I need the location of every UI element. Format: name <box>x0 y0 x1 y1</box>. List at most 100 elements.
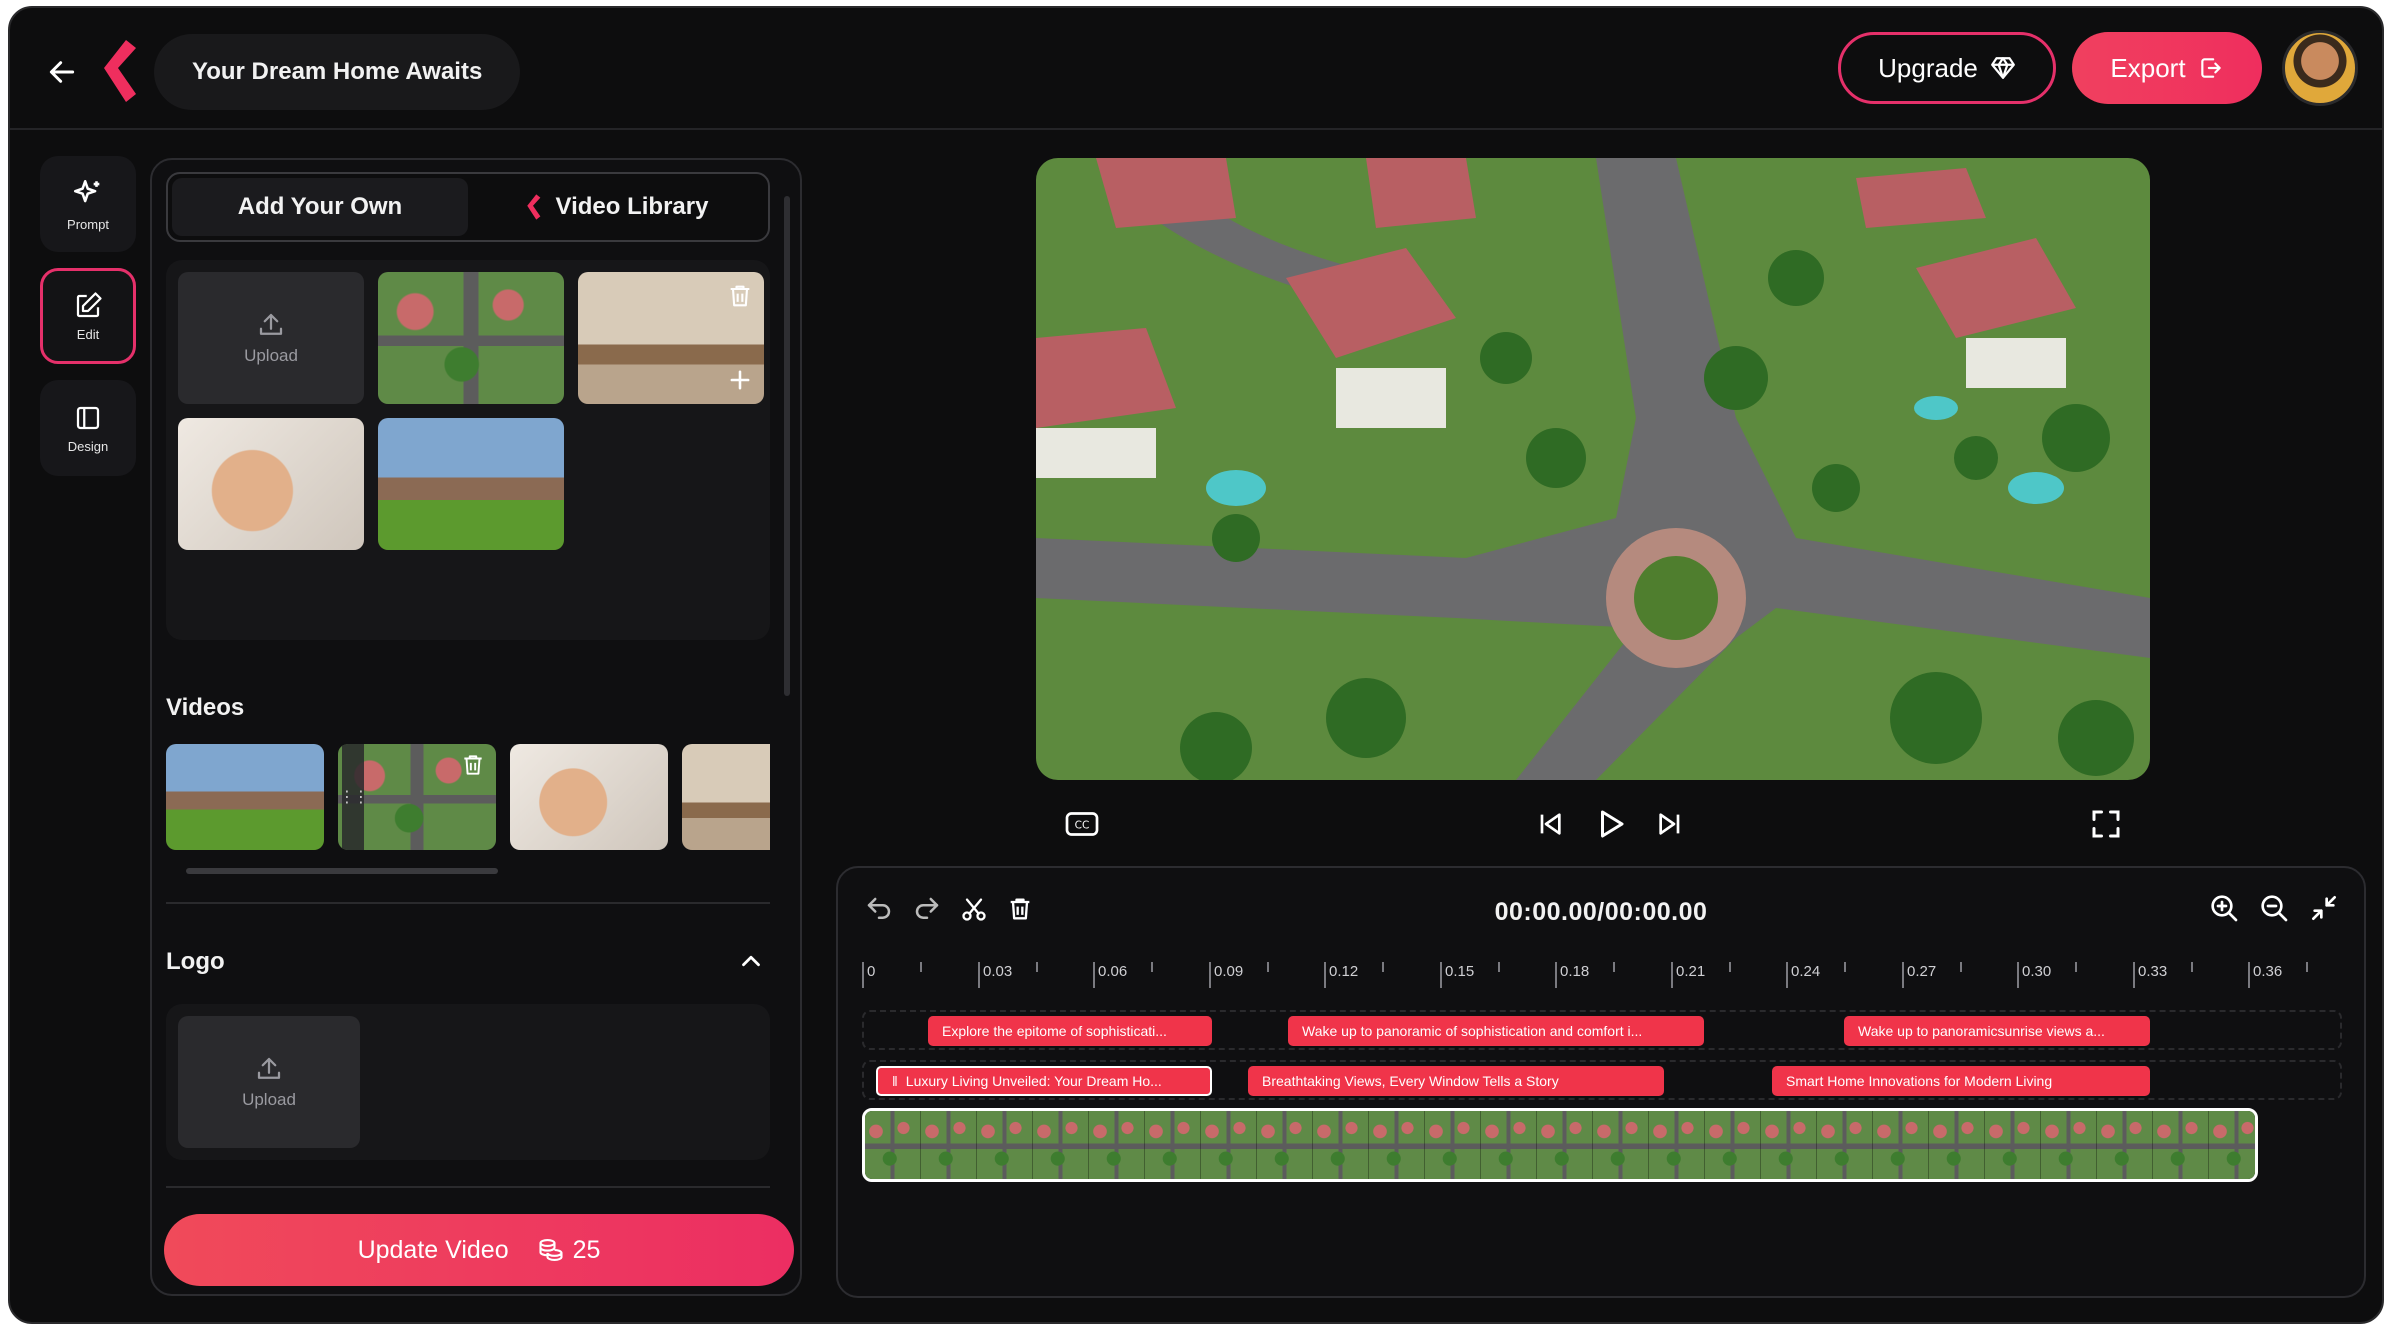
tick-mark <box>1613 962 1615 972</box>
tick-mark <box>2306 962 2308 972</box>
media-thumbnail-keys[interactable] <box>178 418 364 550</box>
back-button[interactable] <box>42 52 82 92</box>
tick-mark <box>1267 962 1269 972</box>
video-frame <box>1649 1111 1705 1179</box>
caption-clip[interactable]: Smart Home Innovations for Modern Living <box>1772 1066 2150 1096</box>
video-frame <box>1089 1111 1145 1179</box>
play-icon[interactable] <box>1592 806 1628 842</box>
video-frame <box>2041 1111 2097 1179</box>
video-frame <box>977 1111 1033 1179</box>
upload-tile[interactable]: Upload <box>178 272 364 404</box>
tab-video-library[interactable]: Video Library <box>468 178 764 236</box>
update-video-button[interactable]: Update Video 25 <box>164 1214 794 1286</box>
video-frame <box>1873 1111 1929 1179</box>
top-bar: Your Dream Home Awaits Upgrade Export <box>10 8 2382 130</box>
divider <box>166 902 770 904</box>
video-frame <box>1257 1111 1313 1179</box>
video-frame <box>1929 1111 1985 1179</box>
tick-label: 0.09 <box>1209 962 1243 988</box>
trash-icon[interactable] <box>460 752 486 778</box>
video-frame <box>1425 1111 1481 1179</box>
caption-clip[interactable]: Breathtaking Views, Every Window Tells a… <box>1248 1066 1664 1096</box>
videos-scrollbar[interactable] <box>186 868 498 874</box>
tick-label: 0.21 <box>1671 962 1705 988</box>
video-track[interactable] <box>862 1108 2258 1182</box>
update-video-label: Update Video <box>357 1235 509 1264</box>
upload-icon <box>257 1057 281 1079</box>
fullscreen-button[interactable] <box>2088 804 2124 844</box>
media-thumbnail-house[interactable] <box>378 418 564 550</box>
video-thumbnail-keys[interactable] <box>510 744 668 850</box>
tick-mark <box>1036 962 1038 972</box>
caption-clip[interactable]: Wake up to panoramicsunrise views a... <box>1844 1016 2150 1046</box>
video-frame <box>1761 1111 1817 1179</box>
rail-item-prompt[interactable]: Prompt <box>40 156 136 252</box>
export-label: Export <box>2110 52 2186 83</box>
videos-heading: Videos <box>166 694 245 721</box>
fullscreen-icon <box>2092 810 2120 838</box>
logo-upload-tile[interactable]: Upload <box>178 1016 360 1148</box>
trash-icon[interactable] <box>726 282 754 310</box>
upload-icon <box>259 313 283 335</box>
captions-toggle[interactable]: CC <box>1064 804 1100 844</box>
tick-mark <box>920 962 922 972</box>
video-frame <box>1313 1111 1369 1179</box>
user-avatar[interactable] <box>2282 30 2358 106</box>
caption-clip-selected[interactable]: ‖ Luxury Living Unveiled: Your Dream Ho.… <box>876 1066 1212 1096</box>
tick-label: 0.27 <box>1902 962 1936 988</box>
caption-track-2: ‖ Luxury Living Unveiled: Your Dream Ho.… <box>862 1060 2342 1100</box>
media-panel: Add Your Own Video Library Upload Videos <box>150 158 802 1296</box>
zoom-out-icon[interactable] <box>2258 892 2290 924</box>
upgrade-button[interactable]: Upgrade <box>1838 32 2056 104</box>
edit-icon <box>76 291 102 317</box>
video-frame <box>1033 1111 1089 1179</box>
video-frame <box>1201 1111 1257 1179</box>
aerial-neighborhood-image <box>1036 158 2150 780</box>
upload-label: Upload <box>244 346 298 365</box>
caption-clip[interactable]: Explore the epitome of sophisticati... <box>928 1016 1212 1046</box>
credits-badge: 25 <box>537 1236 600 1265</box>
clip-trim-handle[interactable]: ‖ <box>892 1073 898 1089</box>
chevron-up-icon[interactable] <box>736 946 766 976</box>
export-button[interactable]: Export <box>2072 32 2262 104</box>
tick-mark <box>1382 962 1384 972</box>
skip-back-icon[interactable] <box>1534 808 1566 840</box>
media-thumbnail-aerial[interactable] <box>378 272 564 404</box>
diamond-icon <box>1990 57 2015 79</box>
skip-forward-icon[interactable] <box>1654 808 1686 840</box>
collapse-icon[interactable] <box>2308 892 2340 924</box>
drag-handle[interactable]: ⋮⋮ <box>339 744 369 850</box>
video-thumbnail-aerial[interactable]: ⋮⋮ <box>338 744 496 850</box>
tick-label: 0.30 <box>2017 962 2051 988</box>
caption-clip[interactable]: Wake up to panoramic of sophistication a… <box>1288 1016 1704 1046</box>
tick-label: 0.36 <box>2248 962 2282 988</box>
panel-scrollbar[interactable] <box>784 196 790 696</box>
sparkle-icon <box>73 179 100 202</box>
zoom-controls <box>2208 892 2340 924</box>
plus-icon[interactable] <box>726 366 754 394</box>
video-thumbnail-room[interactable] <box>682 744 770 850</box>
tick-label: 0.15 <box>1440 962 1474 988</box>
tick-label: 0.33 <box>2133 962 2167 988</box>
video-frame <box>1593 1111 1649 1179</box>
zoom-in-icon[interactable] <box>2208 892 2240 924</box>
brand-logo <box>104 40 136 102</box>
caption-text: Luxury Living Unveiled: Your Dream Ho... <box>905 1073 1162 1089</box>
video-thumbnail-house[interactable] <box>166 744 324 850</box>
rail-item-design[interactable]: Design <box>40 380 136 476</box>
tick-mark <box>1498 962 1500 972</box>
rail-label-prompt: Prompt <box>67 216 109 232</box>
tick-label: 0.24 <box>1786 962 1820 988</box>
rail-label-design: Design <box>67 438 109 454</box>
tick-mark <box>1844 962 1846 972</box>
tick-label: 0.06 <box>1093 962 1127 988</box>
tick-mark <box>2191 962 2193 972</box>
media-thumbnail-living-room[interactable] <box>578 272 764 404</box>
videos-strip: ⋮⋮ <box>166 744 770 852</box>
project-title[interactable]: Your Dream Home Awaits <box>154 34 521 110</box>
rail-item-edit[interactable]: Edit <box>40 268 136 364</box>
time-ruler[interactable]: 0 0.03 0.06 0.09 0.12 0.15 0.18 0.21 0.2… <box>862 956 2342 996</box>
video-preview[interactable] <box>1036 158 2150 780</box>
tab-add-your-own[interactable]: Add Your Own <box>172 178 468 236</box>
playback-controls <box>1534 804 1686 844</box>
